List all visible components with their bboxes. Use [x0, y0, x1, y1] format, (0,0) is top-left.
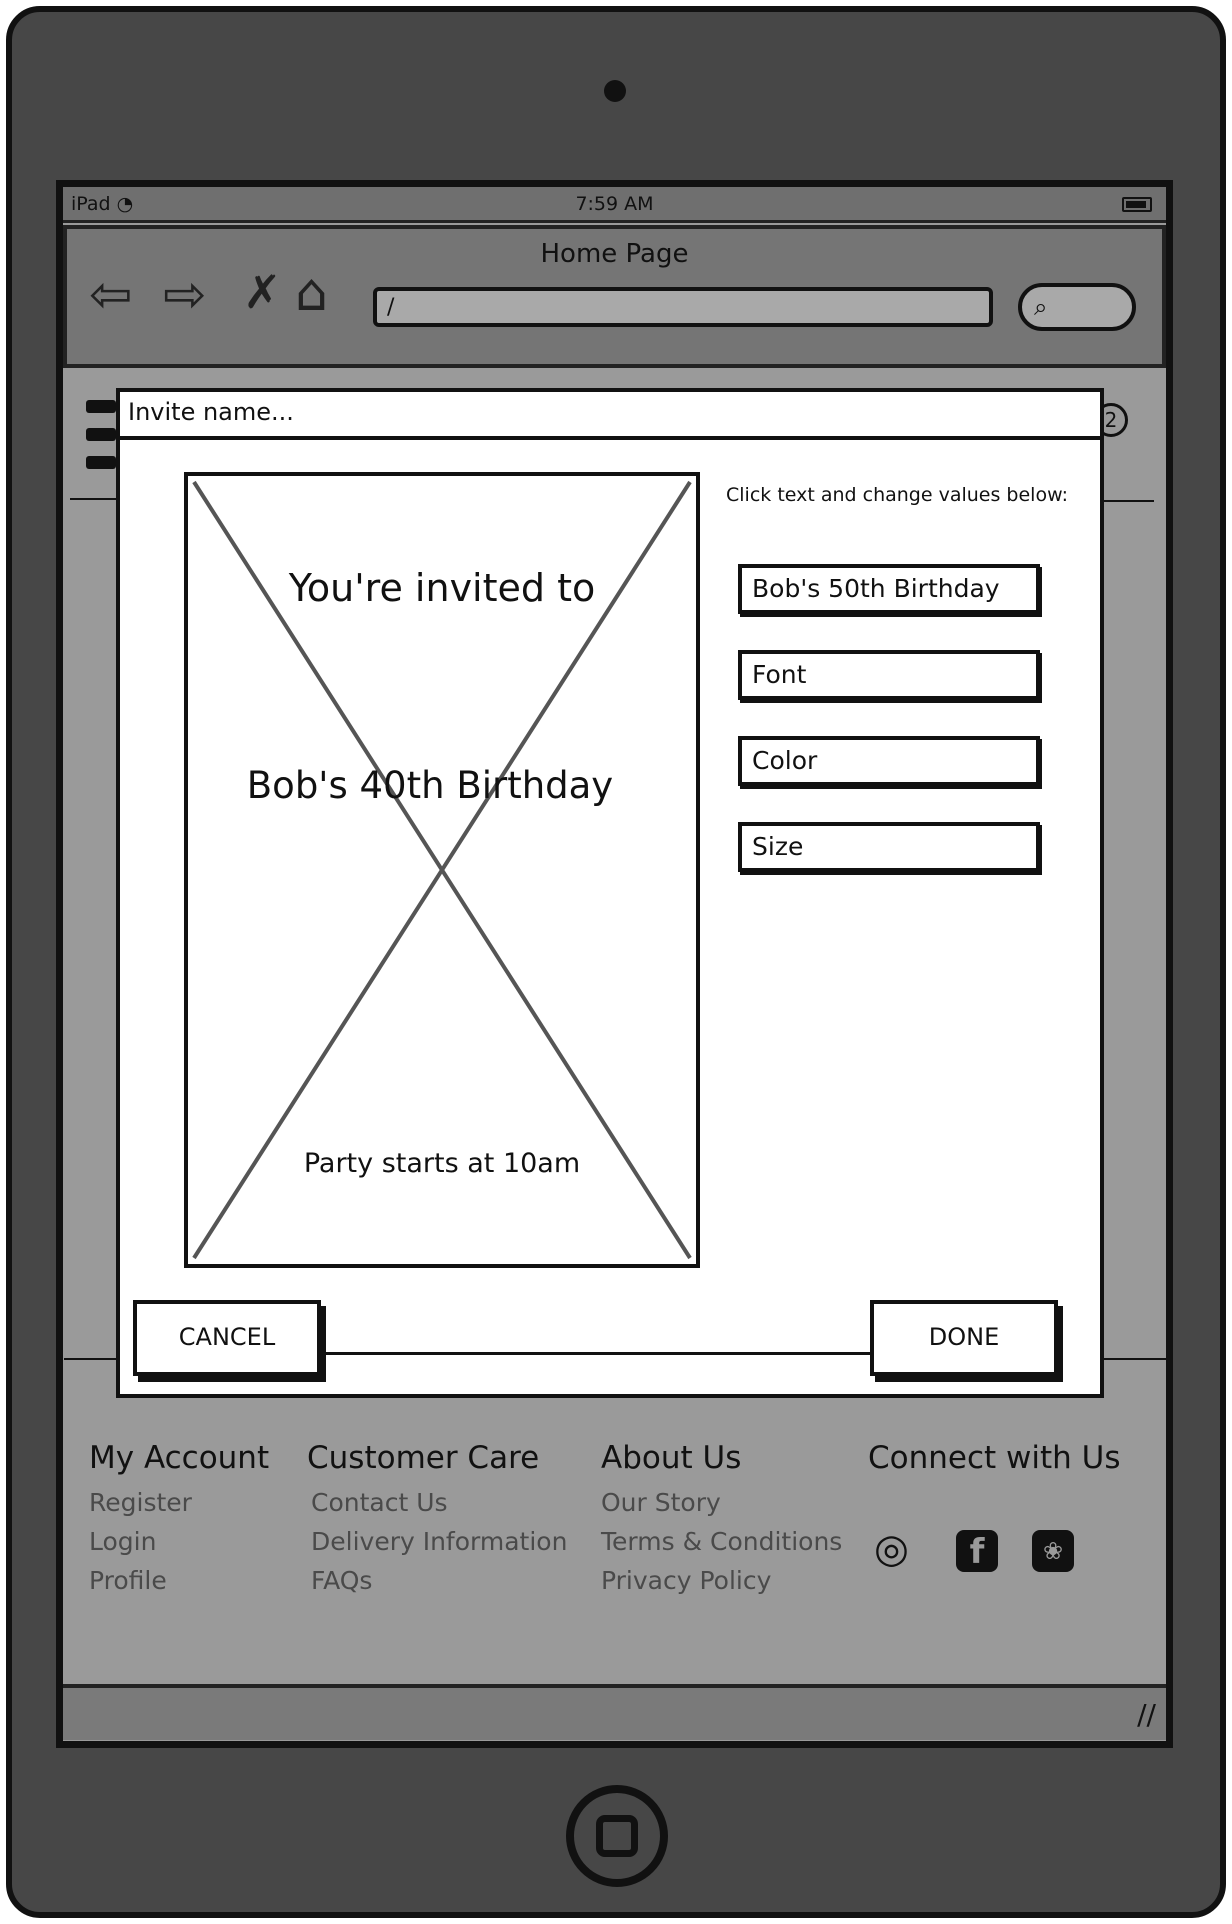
forward-icon[interactable]: ⇨ [163, 269, 207, 321]
footer-link-delivery[interactable]: Delivery Information [311, 1527, 567, 1556]
battery-icon [1122, 197, 1152, 212]
facebook-icon[interactable]: f [956, 1530, 998, 1572]
footer-my-account: My Account Register Login Profile [89, 1440, 269, 1595]
twitter-icon[interactable]: ❀ [1032, 1530, 1074, 1572]
divider [1104, 1358, 1166, 1360]
hamburger-icon[interactable] [86, 400, 116, 413]
divider [64, 1358, 118, 1360]
footer-link-contact[interactable]: Contact Us [311, 1488, 567, 1517]
invite-card-preview: You're invited to Bob's 40th Birthday Pa… [184, 472, 700, 1268]
color-field[interactable]: Color [738, 736, 1040, 786]
footer-customer-care: Customer Care Contact Us Delivery Inform… [307, 1440, 567, 1595]
home-icon[interactable]: ⌂ [295, 267, 328, 319]
footer-heading: Customer Care [307, 1440, 540, 1476]
footer-about-us: About Us Our Story Terms & Conditions Pr… [601, 1440, 842, 1595]
footer-link-login[interactable]: Login [89, 1527, 269, 1556]
card-event-text[interactable]: Bob's 40th Birthday [176, 764, 684, 807]
search-button[interactable]: ⌕ [1018, 283, 1136, 331]
dialog-divider [320, 1352, 870, 1355]
page-title: Home Page [540, 239, 689, 269]
footer-link-faqs[interactable]: FAQs [311, 1566, 567, 1595]
back-icon[interactable]: ⇦ [89, 269, 133, 321]
footer-link-privacy[interactable]: Privacy Policy [601, 1566, 842, 1595]
footer-heading: Connect with Us [868, 1440, 1121, 1476]
font-field[interactable]: Font [738, 650, 1040, 700]
done-button[interactable]: DONE [870, 1300, 1058, 1376]
instructions-text: Click text and change values below: [726, 484, 1068, 506]
resize-handle-icon[interactable]: // [1137, 1698, 1156, 1731]
card-heading-text[interactable]: You're invited to [188, 566, 696, 610]
footer-connect: Connect with Us [868, 1440, 1121, 1476]
instagram-icon[interactable]: ◎ [874, 1526, 909, 1572]
text-value-field[interactable]: Bob's 50th Birthday [738, 564, 1040, 614]
home-button-icon [596, 1815, 638, 1857]
footer-link-register[interactable]: Register [89, 1488, 269, 1517]
card-time-text[interactable]: Party starts at 10am [188, 1148, 696, 1179]
footer-link-our-story[interactable]: Our Story [601, 1488, 842, 1517]
status-bar: iPad ◔ 7:59 AM [63, 187, 1166, 223]
hamburger-line [86, 456, 116, 469]
search-icon: ⌕ [1034, 293, 1048, 321]
footer-heading: My Account [89, 1440, 270, 1476]
browser-toolbar: Home Page ⇦ ⇨ ✗ ⌂ / ⌕ [63, 225, 1166, 368]
footer-link-profile[interactable]: Profile [89, 1566, 269, 1595]
size-field[interactable]: Size [738, 822, 1040, 872]
bottom-bar: // [63, 1684, 1166, 1740]
camera-icon [604, 80, 626, 102]
dialog-title: Invite name... [120, 392, 1100, 440]
divider [1104, 500, 1154, 502]
url-bar[interactable]: / [373, 287, 993, 327]
footer-heading: About Us [601, 1440, 742, 1476]
cancel-button[interactable]: CANCEL [133, 1300, 321, 1376]
divider [70, 498, 116, 500]
hamburger-line [86, 428, 116, 441]
status-time: 7:59 AM [575, 193, 654, 215]
close-icon[interactable]: ✗ [243, 269, 282, 315]
footer-link-terms[interactable]: Terms & Conditions [601, 1527, 842, 1556]
